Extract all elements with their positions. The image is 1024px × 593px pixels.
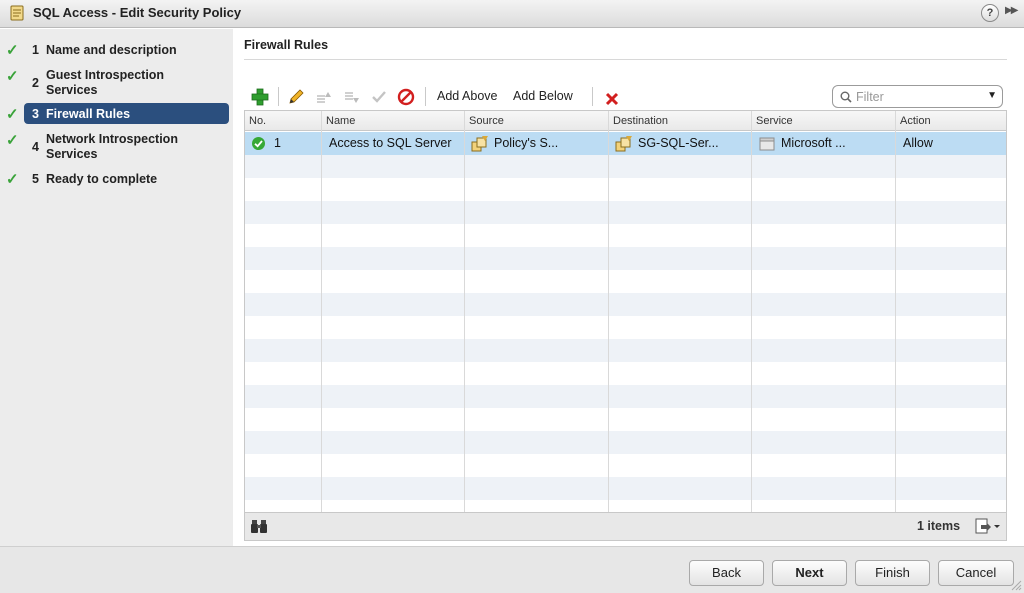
step-number: 5 [32, 172, 39, 186]
disable-icon[interactable] [397, 88, 415, 106]
step-number: 1 [32, 43, 39, 57]
step-label: Ready to complete [46, 172, 158, 186]
table-row-empty [245, 293, 1006, 316]
expand-icon[interactable]: ▶▶ [1005, 5, 1019, 21]
table-footer: 1 items [245, 512, 1006, 540]
cell-name: Access to SQL Server [329, 136, 452, 150]
next-button[interactable]: Next [772, 560, 847, 586]
table-row-empty [245, 201, 1006, 224]
delete-icon[interactable] [603, 90, 621, 108]
column-divider [751, 111, 752, 512]
column-divider [608, 111, 609, 512]
table-row-empty [245, 477, 1006, 500]
help-button[interactable]: ? [981, 4, 999, 22]
column-header-name[interactable]: Name [326, 115, 355, 127]
toolbar-divider [425, 87, 426, 106]
step-label: Name and description [46, 43, 177, 57]
table-row-empty [245, 339, 1006, 362]
table-header: No. Name Source Destination Service Acti… [245, 111, 1006, 131]
column-header-no[interactable]: No. [249, 115, 266, 127]
back-button[interactable]: Back [689, 560, 764, 586]
move-down-icon[interactable] [343, 88, 361, 106]
step-number: 2 [32, 76, 39, 90]
step-guest-introspection[interactable]: ✓ 2 Guest Introspection Services [0, 67, 233, 97]
table-row-empty [245, 155, 1006, 178]
cell-destination: SG-SQL-Ser... [638, 136, 719, 150]
cell-no: 1 [274, 136, 281, 150]
column-header-service[interactable]: Service [756, 115, 793, 127]
finish-button[interactable]: Finish [855, 560, 930, 586]
column-header-destination[interactable]: Destination [613, 115, 668, 127]
table-row-empty [245, 431, 1006, 454]
filter-input[interactable] [856, 88, 976, 105]
step-network-introspection[interactable]: ✓ 4 Network Introspection Services [0, 131, 233, 161]
page-title: Firewall Rules [244, 38, 329, 52]
step-label: Firewall Rules [46, 107, 131, 121]
title-divider [244, 59, 1007, 60]
table-row-empty [245, 247, 1006, 270]
column-header-source[interactable]: Source [469, 115, 504, 127]
filter-field[interactable]: ▼ [832, 85, 1003, 108]
enable-icon[interactable] [370, 88, 388, 106]
wizard-steps: ✓ 1 Name and description ✓ 2 Guest Intro… [0, 29, 233, 546]
window-title: SQL Access - Edit Security Policy [33, 5, 242, 20]
step-label: Network Introspection Services [46, 132, 178, 161]
add-below-button[interactable]: Add Below [513, 89, 573, 103]
check-icon: ✓ [6, 68, 19, 85]
toolbar-divider [278, 87, 279, 106]
security-group-icon [615, 136, 632, 152]
table-row-empty [245, 385, 1006, 408]
search-icon [840, 91, 852, 103]
check-icon: ✓ [6, 106, 19, 123]
add-icon[interactable] [251, 88, 269, 106]
resize-grip-icon[interactable] [1010, 579, 1022, 591]
table-row[interactable]: 1 Access to SQL Server Policy's S... SG-… [245, 132, 1006, 155]
service-icon [759, 137, 775, 151]
step-number: 3 [32, 107, 39, 121]
wizard-footer: Back Next Finish Cancel [0, 546, 1024, 593]
items-count: 1 items [917, 519, 961, 533]
column-divider [895, 111, 896, 512]
column-divider [321, 111, 322, 512]
step-label: Guest Introspection Services [46, 68, 165, 97]
step-number: 4 [32, 140, 39, 154]
column-divider [464, 111, 465, 512]
cell-action: Allow [903, 136, 933, 150]
column-header-action[interactable]: Action [900, 115, 931, 127]
step-name-and-description[interactable]: ✓ 1 Name and description [0, 41, 233, 59]
step-ready-to-complete[interactable]: ✓ 5 Ready to complete [0, 170, 233, 188]
export-icon[interactable] [973, 517, 1001, 535]
add-above-button[interactable]: Add Above [437, 89, 497, 103]
security-group-icon [471, 136, 488, 152]
step-firewall-rules[interactable]: ✓ 3 Firewall Rules [0, 103, 233, 124]
cancel-button[interactable]: Cancel [938, 560, 1014, 586]
chevron-down-icon[interactable]: ▼ [987, 90, 997, 101]
check-icon: ✓ [6, 42, 19, 59]
edit-icon[interactable] [287, 88, 305, 106]
policy-scroll-icon [10, 5, 24, 21]
firewall-rules-table: No. Name Source Destination Service Acti… [244, 110, 1007, 541]
cell-source: Policy's S... [494, 136, 559, 150]
cell-service: Microsoft ... [781, 136, 846, 150]
binoculars-icon[interactable] [250, 518, 268, 534]
move-up-icon[interactable] [315, 88, 333, 106]
main-panel: Firewall Rules Add Above Add Below Filte… [233, 29, 1024, 546]
toolbar: Add Above Add Below ▼ [245, 85, 1010, 109]
title-bar: SQL Access - Edit Security Policy ? ▶▶ [0, 0, 1024, 28]
check-icon: ✓ [6, 132, 19, 149]
toolbar-divider [592, 87, 593, 106]
enabled-status-icon [252, 137, 265, 150]
check-icon: ✓ [6, 171, 19, 188]
